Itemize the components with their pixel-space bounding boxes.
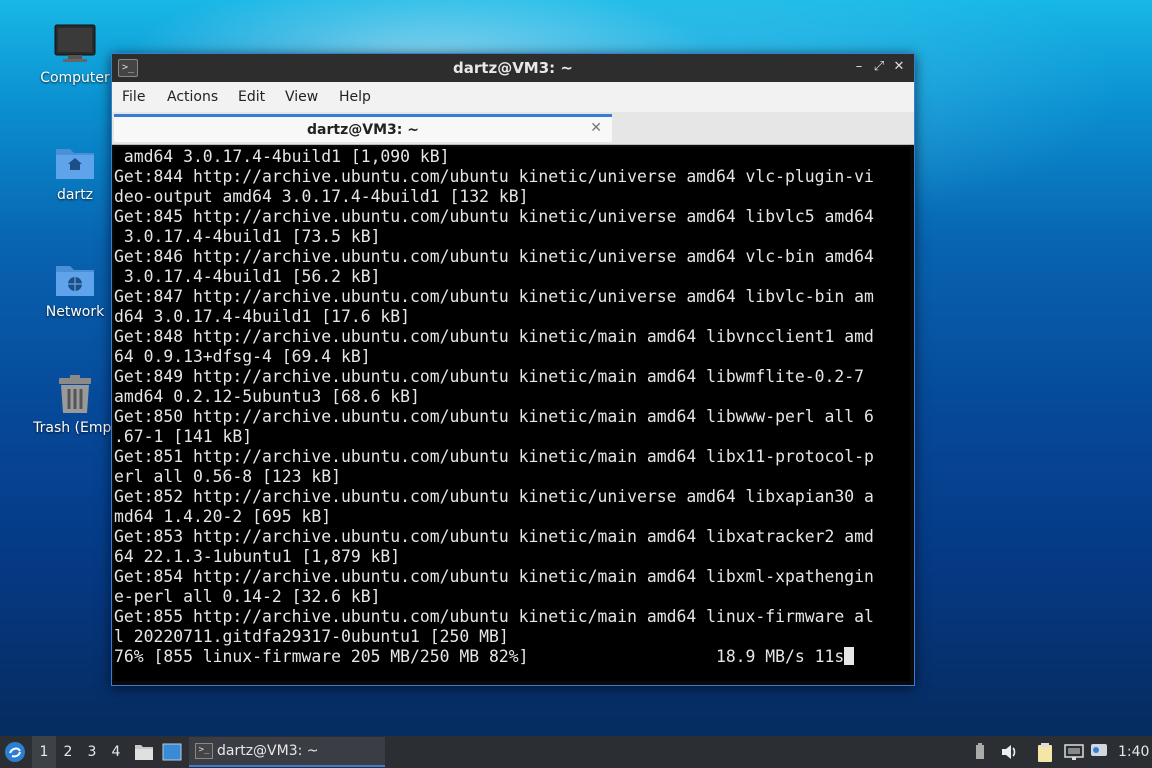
file-manager-launcher[interactable] <box>134 736 156 768</box>
workspace-3[interactable]: 3 <box>80 736 104 768</box>
window-titlebar[interactable]: >_ dartz@VM3: ~ – ⤢ ✕ <box>112 54 914 82</box>
terminal-line: Get:844 http://archive.ubuntu.com/ubuntu… <box>114 167 874 186</box>
minimize-button[interactable]: – <box>850 58 868 76</box>
computer-icon <box>54 24 96 66</box>
trash-icon <box>54 374 96 416</box>
menu-file[interactable]: File <box>122 89 145 105</box>
terminal-line: amd64 3.0.17.4-4build1 [1,090 kB] <box>114 147 450 166</box>
terminal-line: amd64 0.2.12-5ubuntu3 [68.6 kB] <box>114 387 420 406</box>
clipboard-button[interactable] <box>1036 743 1054 762</box>
terminal-line: 64 22.1.3-1ubuntu1 [1,879 kB] <box>114 547 401 566</box>
menu-view[interactable]: View <box>285 89 318 105</box>
desktop-icon-label: Network <box>45 304 105 320</box>
terminal-line: Get:846 http://archive.ubuntu.com/ubuntu… <box>114 247 874 266</box>
network-icon <box>1064 744 1084 760</box>
network-button[interactable] <box>1064 743 1084 761</box>
terminal-line: e-perl all 0.14-2 [32.6 kB] <box>114 587 381 606</box>
start-menu-icon <box>5 742 25 762</box>
network-folder-icon <box>54 258 96 300</box>
desktop-icon-label: dartz <box>56 187 94 203</box>
desktop-icon-trash[interactable]: Trash (Empt <box>25 374 125 436</box>
file-manager-icon <box>135 745 153 760</box>
terminal-line: Get:854 http://archive.ubuntu.com/ubuntu… <box>114 567 874 586</box>
terminal-line: Get:852 http://archive.ubuntu.com/ubuntu… <box>114 487 874 506</box>
taskbar-task-terminal[interactable]: >_ dartz@VM3: ~ <box>189 737 385 767</box>
terminal-line: Get:847 http://archive.ubuntu.com/ubuntu… <box>114 287 874 306</box>
terminal-line: Get:855 http://archive.ubuntu.com/ubuntu… <box>114 607 874 626</box>
desktop-icon-home[interactable]: dartz <box>25 141 125 203</box>
terminal-line: deo-output amd64 3.0.17.4-4build1 [132 k… <box>114 187 529 206</box>
home-folder-icon <box>54 141 96 183</box>
menu-actions[interactable]: Actions <box>167 89 218 105</box>
tab-close-icon[interactable]: ✕ <box>590 120 602 136</box>
terminal-window[interactable]: >_ dartz@VM3: ~ – ⤢ ✕ File Actions Edit … <box>111 53 915 686</box>
menu-help[interactable]: Help <box>339 89 371 105</box>
show-desktop-icon <box>162 743 182 761</box>
close-button[interactable]: ✕ <box>890 58 908 76</box>
terminal-line: Get:848 http://archive.ubuntu.com/ubuntu… <box>114 327 874 346</box>
volume-control[interactable] <box>971 743 989 761</box>
show-desktop-button[interactable] <box>162 736 184 768</box>
notification-button[interactable] <box>1090 743 1108 761</box>
terminal-line: 3.0.17.4-4build1 [56.2 kB] <box>114 267 381 286</box>
terminal-line: Get:853 http://archive.ubuntu.com/ubuntu… <box>114 527 874 546</box>
desktop-icon-label: Trash (Empt <box>33 420 117 436</box>
workspace-2[interactable]: 2 <box>56 736 80 768</box>
terminal-icon: >_ <box>195 743 213 759</box>
terminal-output[interactable]: amd64 3.0.17.4-4build1 [1,090 kB] Get:844… <box>114 147 910 681</box>
volume-button[interactable] <box>1000 743 1018 761</box>
tab-bar: dartz@VM3: ~ ✕ <box>112 112 914 145</box>
progress-text: 76% [855 linux-firmware 205 MB/250 MB 82… <box>114 647 845 666</box>
progress-line: 76% [855 linux-firmware 205 MB/250 MB 82… <box>114 647 910 667</box>
tab-title: dartz@VM3: ~ <box>307 122 419 138</box>
clipboard-icon <box>1038 743 1052 762</box>
terminal-line: Get:845 http://archive.ubuntu.com/ubuntu… <box>114 207 874 226</box>
menu-edit[interactable]: Edit <box>238 89 265 105</box>
terminal-line: Get:851 http://archive.ubuntu.com/ubuntu… <box>114 447 874 466</box>
menu-bar: File Actions Edit View Help <box>112 82 914 112</box>
window-title: dartz@VM3: ~ <box>453 59 573 77</box>
terminal-cursor <box>844 647 855 665</box>
terminal-line: Get:850 http://archive.ubuntu.com/ubuntu… <box>114 407 874 426</box>
taskbar: 1 2 3 4 >_ dartz@VM3: ~ 1:40 <box>0 736 1152 768</box>
task-title: dartz@VM3: ~ <box>217 743 319 759</box>
terminal-line: Get:849 http://archive.ubuntu.com/ubuntu… <box>114 367 864 386</box>
clock[interactable]: 1:40 <box>1118 736 1149 768</box>
terminal-line: .67-1 [141 kB] <box>114 427 253 446</box>
volume-icon <box>1002 745 1016 759</box>
terminal-line: 3.0.17.4-4build1 [73.5 kB] <box>114 227 381 246</box>
terminal-line: md64 1.4.20-2 [695 kB] <box>114 507 332 526</box>
notification-icon <box>1091 744 1107 756</box>
desktop-icon-label: Computer <box>40 70 110 86</box>
terminal-line: l 20220711.gitdfa29317-0ubuntu1 [250 MB] <box>114 627 509 646</box>
terminal-tab[interactable]: dartz@VM3: ~ ✕ <box>114 114 612 142</box>
desktop-icon-network[interactable]: Network <box>25 258 125 320</box>
workspace-4[interactable]: 4 <box>104 736 128 768</box>
workspace-1[interactable]: 1 <box>32 736 56 768</box>
terminal-line: 64 0.9.13+dfsg-4 [69.4 kB] <box>114 347 371 366</box>
battery-icon <box>976 743 984 759</box>
start-menu-button[interactable] <box>4 736 28 768</box>
maximize-button[interactable]: ⤢ <box>870 58 888 76</box>
terminal-line: d64 3.0.17.4-4build1 [17.6 kB] <box>114 307 411 326</box>
desktop-icon-computer[interactable]: Computer <box>25 24 125 86</box>
terminal-line: erl all 0.56-8 [123 kB] <box>114 467 341 486</box>
